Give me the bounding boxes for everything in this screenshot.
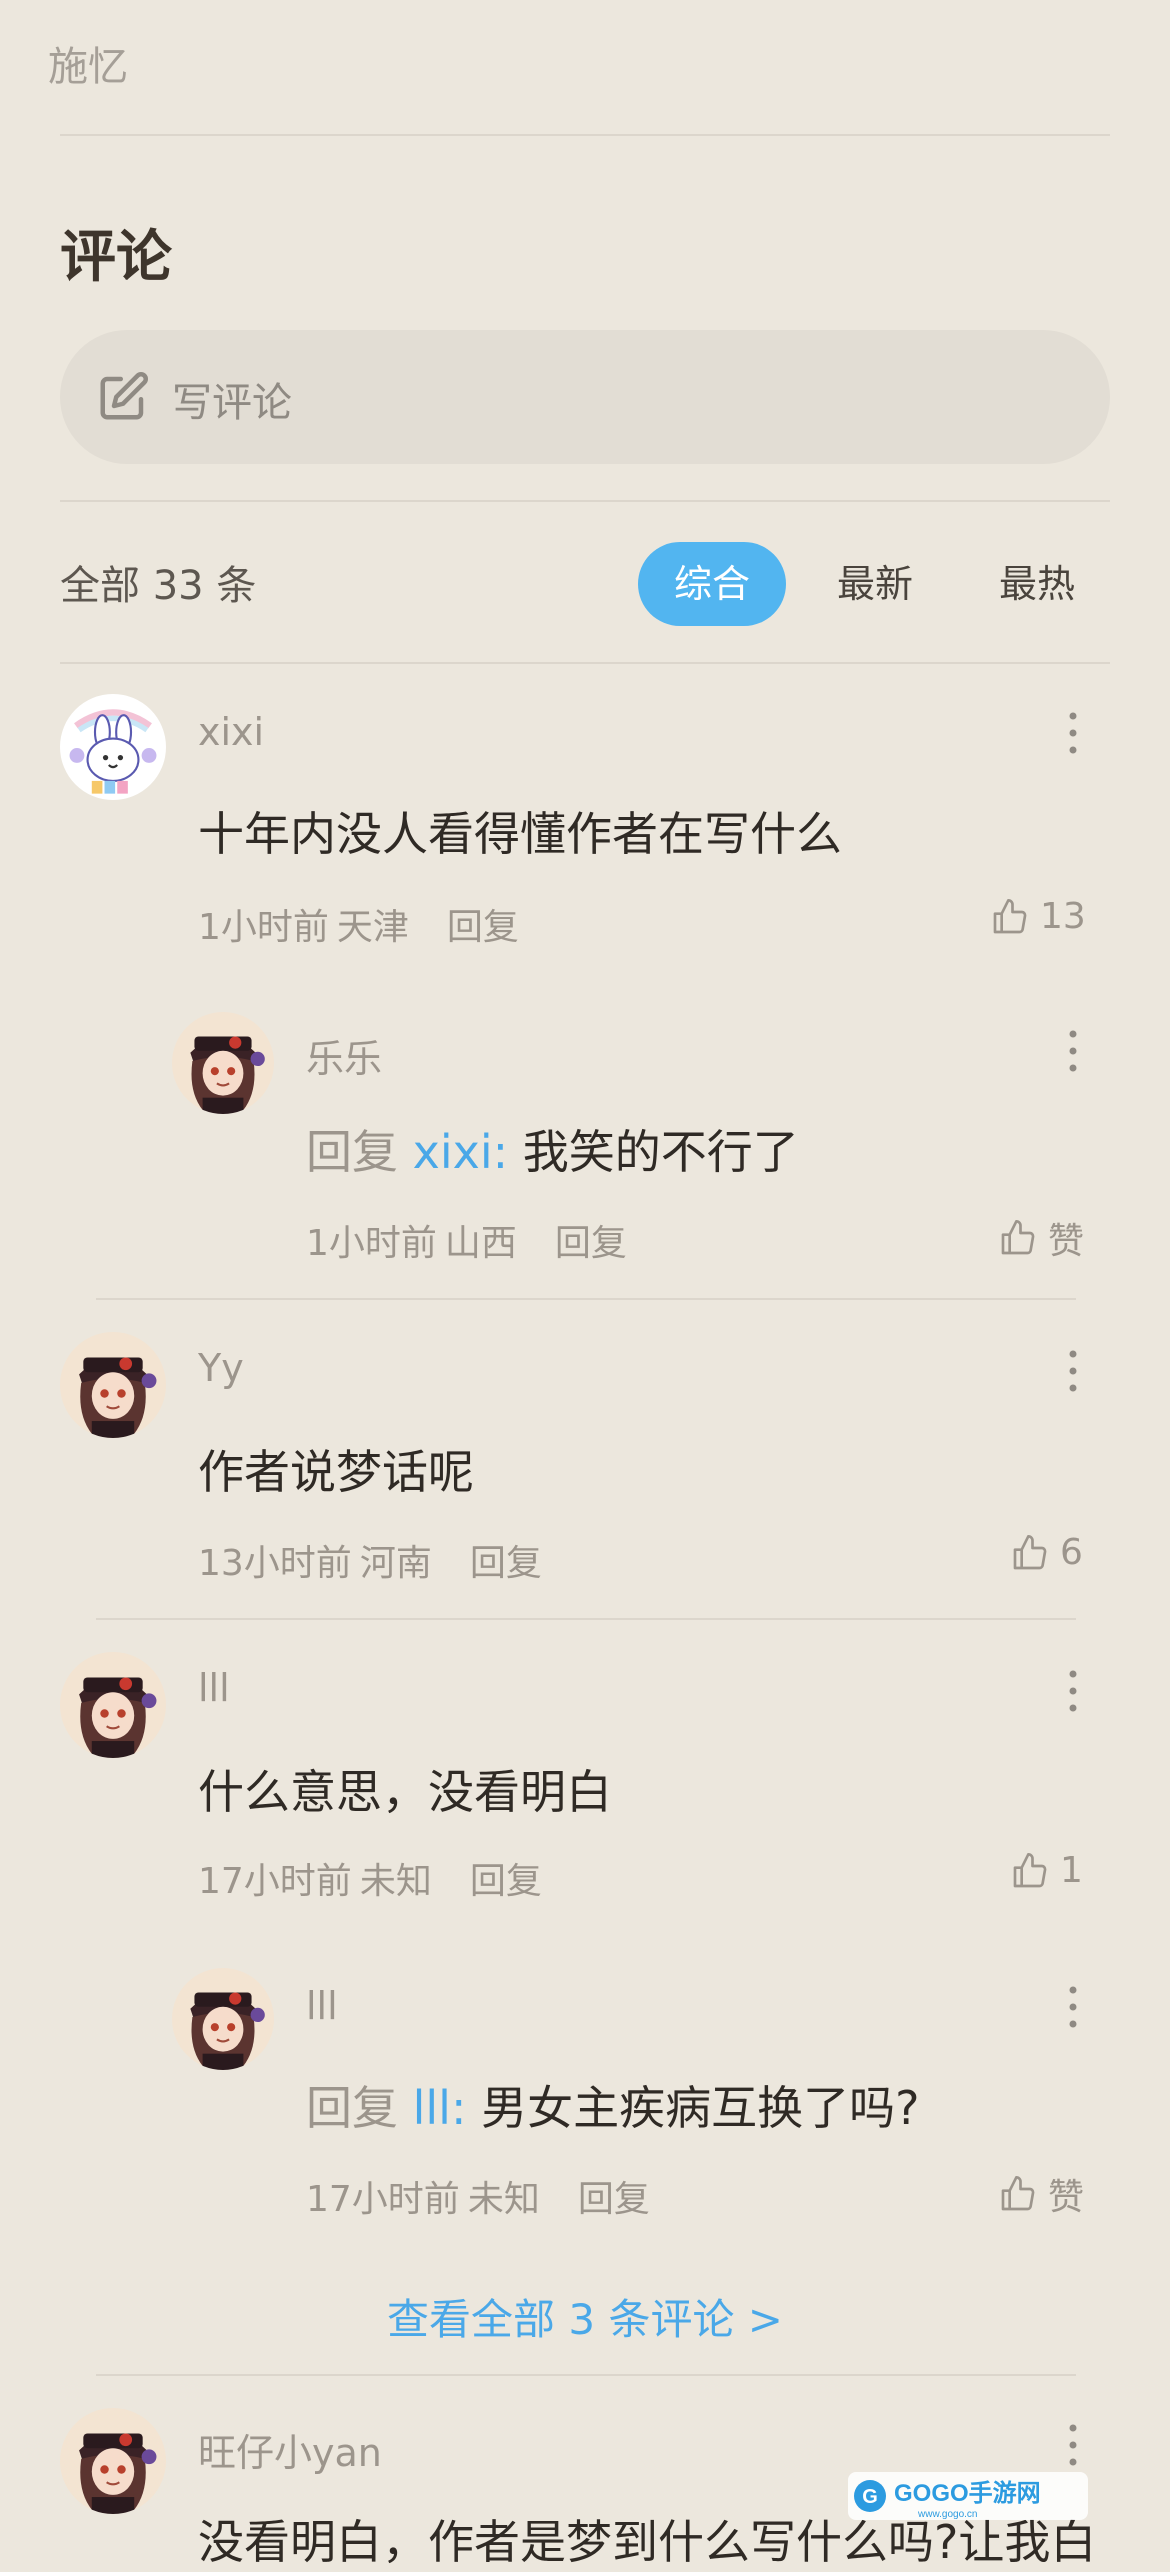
like-count: 1 — [1060, 1850, 1083, 1891]
thumbs-up-icon — [998, 2174, 1038, 2214]
comment-time: 1小时前 — [306, 1223, 437, 1264]
comment-username[interactable]: lll — [198, 1666, 230, 1710]
reply-button[interactable]: 回复 — [447, 907, 519, 948]
more-vertical-icon[interactable] — [1053, 1666, 1093, 1716]
like-button[interactable]: 13 — [990, 896, 1086, 937]
avatar-anime-girl[interactable] — [172, 1012, 274, 1114]
site-watermark: G GOGO手游网 www.gogo.cn — [848, 2472, 1088, 2520]
reply-username[interactable]: lll — [306, 1984, 338, 2028]
like-count: 6 — [1060, 1532, 1083, 1573]
watermark-text: GOGO手游网 — [894, 2479, 1041, 2507]
comments-title: 评论 — [60, 225, 172, 290]
mention-colon: : — [492, 1125, 509, 1179]
mention-colon: : — [450, 2081, 467, 2135]
comment-username[interactable]: 旺仔小yan — [198, 2422, 382, 2477]
comment-meta: 17小时前 未知 回复 — [198, 1852, 576, 1904]
avatar-bunny[interactable] — [60, 694, 166, 800]
mention-link[interactable]: lll — [413, 2081, 451, 2135]
comment-meta: 1小时前 天津 回复 — [198, 898, 553, 950]
thumbs-up-icon — [1010, 1851, 1050, 1891]
like-button[interactable]: 赞 — [998, 1212, 1084, 1264]
more-vertical-icon[interactable] — [1053, 1982, 1093, 2032]
tab-hottest[interactable]: 最热 — [970, 542, 1104, 626]
reply-text: 回复 lll: 男女主疾病互换了吗? — [306, 2072, 920, 2138]
divider — [60, 500, 1110, 502]
divider — [96, 1618, 1076, 1620]
svg-text:G: G — [862, 2486, 878, 2508]
write-comment-placeholder: 写评论 — [172, 380, 292, 426]
more-vertical-icon[interactable] — [1053, 1346, 1093, 1396]
like-count: 13 — [1040, 896, 1086, 937]
like-button[interactable]: 6 — [1010, 1532, 1083, 1573]
comment-time: 17小时前 — [198, 1861, 352, 1902]
avatar-anime-girl[interactable] — [172, 1968, 274, 2070]
divider — [96, 2374, 1076, 2376]
reply-prefix: 回复 — [306, 2081, 398, 2135]
comment-location: 天津 — [336, 907, 409, 948]
comment-meta: 13小时前 河南 回复 — [198, 1534, 576, 1586]
reply-username[interactable]: 乐乐 — [306, 1028, 382, 1083]
reply-button[interactable]: 回复 — [470, 1543, 542, 1584]
more-vertical-icon[interactable] — [1053, 708, 1093, 758]
avatar-anime-girl[interactable] — [60, 1332, 166, 1438]
more-vertical-icon[interactable] — [1053, 1026, 1093, 1076]
avatar-anime-girl[interactable] — [60, 2408, 166, 2514]
reply-body: 我笑的不行了 — [508, 1125, 799, 1179]
write-comment-input[interactable]: 写评论 — [60, 330, 1110, 464]
reply-text: 回复 xixi: 我笑的不行了 — [306, 1116, 799, 1182]
divider — [96, 1298, 1076, 1300]
reply-meta: 1小时前 山西 回复 — [306, 1214, 661, 1266]
like-button[interactable]: 赞 — [998, 2168, 1084, 2220]
comment-time: 13小时前 — [198, 1543, 352, 1584]
reply-button[interactable]: 回复 — [578, 2179, 650, 2220]
comment-time: 1小时前 — [198, 907, 329, 948]
divider — [60, 134, 1110, 136]
comment-location: 山西 — [444, 1223, 517, 1264]
thumbs-up-icon — [1010, 1533, 1050, 1573]
tab-newest[interactable]: 最新 — [808, 542, 942, 626]
divider — [60, 662, 1110, 664]
more-vertical-icon[interactable] — [1053, 2420, 1093, 2470]
comment-location: 河南 — [359, 1543, 432, 1584]
comment-text: 十年内没人看得懂作者在写什么 — [198, 807, 842, 861]
comment-location: 未知 — [467, 2179, 540, 2220]
comment-count: 全部 33 条 — [60, 563, 257, 609]
reply-button[interactable]: 回复 — [555, 1223, 627, 1264]
author-name[interactable]: 施忆 — [48, 34, 128, 92]
tab-comprehensive[interactable]: 综合 — [638, 542, 786, 626]
avatar-anime-girl[interactable] — [60, 1652, 166, 1758]
reply-body: 男女主疾病互换了吗? — [466, 2081, 920, 2135]
reply-button[interactable]: 回复 — [470, 1861, 542, 1902]
comment-username[interactable]: Yy — [198, 1346, 244, 1390]
like-button[interactable]: 1 — [1010, 1850, 1083, 1891]
watermark-subtext: www.gogo.cn — [917, 2509, 977, 2520]
view-all-replies-link[interactable]: 查看全部 3 条评论 > — [0, 2286, 1170, 2347]
comment-location: 未知 — [359, 1861, 432, 1902]
reply-prefix: 回复 — [306, 1125, 398, 1179]
like-label: 赞 — [1048, 1221, 1085, 1262]
comment-text: 作者说梦话呢 — [198, 1445, 474, 1499]
comment-username[interactable]: xixi — [198, 710, 264, 754]
like-label: 赞 — [1048, 2177, 1085, 2218]
comment-text: 什么意思，没看明白 — [198, 1765, 612, 1819]
thumbs-up-icon — [990, 897, 1030, 937]
pen-icon — [100, 372, 148, 420]
thumbs-up-icon — [998, 1218, 1038, 1258]
mention-link[interactable]: xixi — [413, 1125, 493, 1179]
reply-meta: 17小时前 未知 回复 — [306, 2170, 684, 2222]
comment-time: 17小时前 — [306, 2179, 460, 2220]
